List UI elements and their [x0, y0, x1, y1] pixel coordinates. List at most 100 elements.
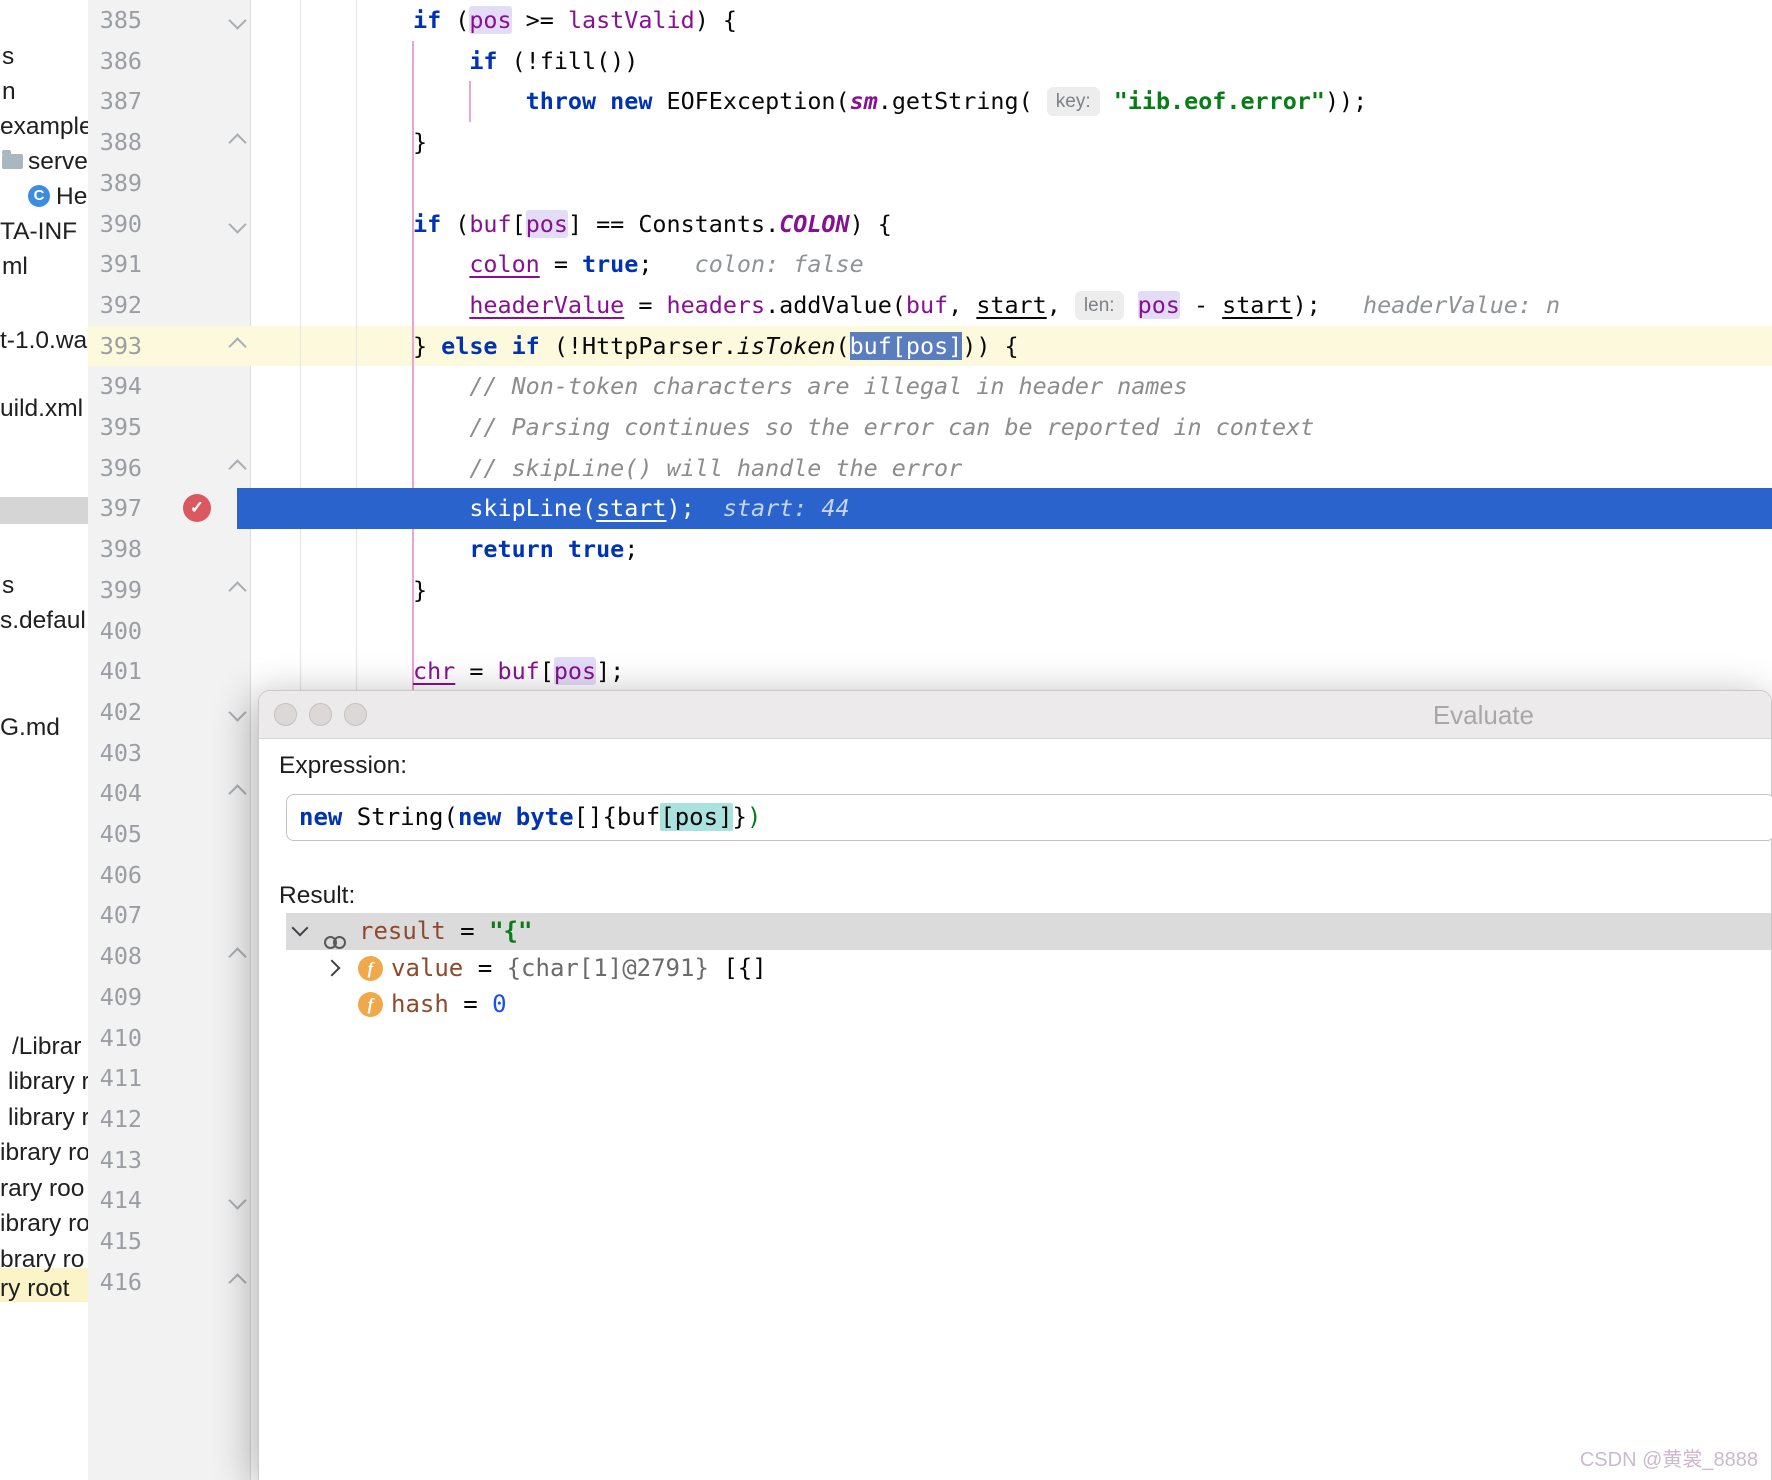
code-line-388[interactable]: }: [244, 122, 427, 163]
code-token: [244, 210, 413, 238]
line-number[interactable]: 403: [88, 733, 142, 774]
result-row-result[interactable]: result = "{": [286, 913, 1771, 950]
tree-item[interactable]: t-1.0.wa: [0, 326, 87, 356]
code-line-385[interactable]: if (pos >= lastValid) {: [244, 0, 737, 41]
tree-item[interactable]: TA-INF: [0, 217, 77, 247]
line-number[interactable]: 416: [88, 1262, 142, 1303]
code-line-397[interactable]: skipLine(start); start: 44: [244, 488, 850, 529]
code-line-401[interactable]: chr = buf[pos];: [244, 651, 624, 692]
code-token: skipLine(: [244, 494, 596, 522]
breakpoint-icon[interactable]: [183, 494, 211, 522]
code-line-392[interactable]: headerValue = headers.addValue(buf, star…: [244, 285, 1560, 326]
code-token: [498, 332, 512, 360]
tree-item[interactable]: s: [2, 571, 14, 601]
fold-up-icon[interactable]: [228, 947, 246, 965]
line-number[interactable]: 410: [88, 1018, 142, 1059]
code-token: [244, 657, 413, 685]
line-number[interactable]: 402: [88, 692, 142, 733]
param-name-hint: len:: [1075, 291, 1124, 320]
tree-item[interactable]: /Librar: [12, 1032, 81, 1062]
line-number[interactable]: 387: [88, 81, 142, 122]
line-number[interactable]: 407: [88, 895, 142, 936]
code-line-387[interactable]: throw new EOFException(sm.getString( key…: [244, 81, 1367, 122]
line-number[interactable]: 391: [88, 244, 142, 285]
tree-item[interactable]: library r: [8, 1067, 90, 1097]
tree-item[interactable]: library r: [8, 1103, 90, 1133]
result-row-value[interactable]: fvalue = {char[1]@2791} [{]: [286, 950, 1771, 987]
code-token: ): [747, 803, 761, 831]
tree-item[interactable]: s: [2, 42, 14, 72]
minimize-icon[interactable]: [309, 703, 332, 726]
tree-item[interactable]: n: [2, 77, 16, 107]
line-number[interactable]: 406: [88, 855, 142, 896]
line-number[interactable]: 415: [88, 1221, 142, 1262]
tree-item[interactable]: s.defaul: [0, 606, 86, 636]
line-number[interactable]: 389: [88, 163, 142, 204]
code-token: =: [540, 250, 582, 278]
line-number[interactable]: 393: [88, 326, 142, 367]
line-number[interactable]: 398: [88, 529, 142, 570]
code-line-390[interactable]: if (buf[pos] == Constants.COLON) {: [244, 204, 892, 245]
code-line-393[interactable]: } else if (!HttpParser.isToken(buf[pos])…: [244, 326, 1019, 367]
tree-item[interactable]: ibrary ro: [0, 1138, 90, 1168]
tree-selected-item[interactable]: [0, 497, 88, 524]
tree-item[interactable]: He: [56, 182, 87, 212]
tree-item[interactable]: ibrary ro: [0, 1209, 90, 1239]
line-number[interactable]: 401: [88, 651, 142, 692]
code-token: start: [976, 291, 1046, 319]
code-line-398[interactable]: return true;: [244, 529, 638, 570]
tree-item[interactable]: rary roo: [0, 1174, 84, 1204]
maximize-icon[interactable]: [344, 703, 367, 726]
code-line-391[interactable]: colon = true; colon: false: [244, 244, 864, 285]
close-icon[interactable]: [274, 703, 297, 726]
variable-name: hash: [391, 990, 449, 1018]
line-number[interactable]: 413: [88, 1140, 142, 1181]
line-number[interactable]: 392: [88, 285, 142, 326]
code-line-394[interactable]: // Non-token characters are illegal in h…: [244, 366, 1188, 407]
line-number[interactable]: 411: [88, 1058, 142, 1099]
equals-sign: =: [463, 954, 506, 982]
fold-up-icon[interactable]: [228, 1273, 246, 1291]
line-number[interactable]: 412: [88, 1099, 142, 1140]
tree-item[interactable]: uild.xml: [0, 394, 83, 424]
chevron-down-icon[interactable]: [292, 920, 309, 937]
dialog-titlebar[interactable]: Evaluate: [259, 691, 1771, 739]
line-number[interactable]: 405: [88, 814, 142, 855]
code-line-399[interactable]: }: [244, 570, 427, 611]
line-number[interactable]: 399: [88, 570, 142, 611]
line-number[interactable]: 400: [88, 611, 142, 652]
field-icon: f: [358, 992, 383, 1017]
code-line-386[interactable]: if (!fill()): [244, 41, 638, 82]
debugger-inline-value: start: 44: [695, 494, 850, 522]
code-line-396[interactable]: // skipLine() will handle the error: [244, 448, 962, 489]
line-number[interactable]: 396: [88, 448, 142, 489]
line-number[interactable]: 414: [88, 1180, 142, 1221]
tree-item[interactable]: G.md: [0, 713, 60, 743]
fold-down-icon[interactable]: [228, 1192, 246, 1210]
code-token: start: [596, 494, 666, 522]
line-number[interactable]: 388: [88, 122, 142, 163]
tree-item[interactable]: example: [0, 112, 93, 142]
expression-input[interactable]: new String(new byte[]{buf[pos]}): [286, 794, 1772, 841]
line-number[interactable]: 390: [88, 204, 142, 245]
fold-down-icon[interactable]: [228, 703, 246, 721]
line-number[interactable]: 385: [88, 0, 142, 41]
chevron-right-icon[interactable]: [324, 959, 341, 976]
line-number[interactable]: 408: [88, 936, 142, 977]
tree-item[interactable]: ry root: [0, 1274, 69, 1304]
line-number[interactable]: 386: [88, 41, 142, 82]
tree-item[interactable]: brary ro: [0, 1245, 84, 1275]
code-line-395[interactable]: // Parsing continues so the error can be…: [244, 407, 1314, 448]
line-number[interactable]: 409: [88, 977, 142, 1018]
line-number[interactable]: 397: [88, 488, 142, 529]
tree-item[interactable]: servel: [28, 147, 93, 177]
result-row-hash[interactable]: fhash = 0: [286, 986, 1771, 1023]
line-number[interactable]: 395: [88, 407, 142, 448]
code-token: 0: [492, 990, 506, 1018]
tree-item[interactable]: ml: [2, 252, 28, 282]
fold-up-icon[interactable]: [228, 785, 246, 803]
code-token: // skipLine() will handle the error: [469, 454, 962, 482]
line-number[interactable]: 404: [88, 773, 142, 814]
line-number[interactable]: 394: [88, 366, 142, 407]
code-token: // Parsing continues so the error can be…: [469, 413, 1314, 441]
